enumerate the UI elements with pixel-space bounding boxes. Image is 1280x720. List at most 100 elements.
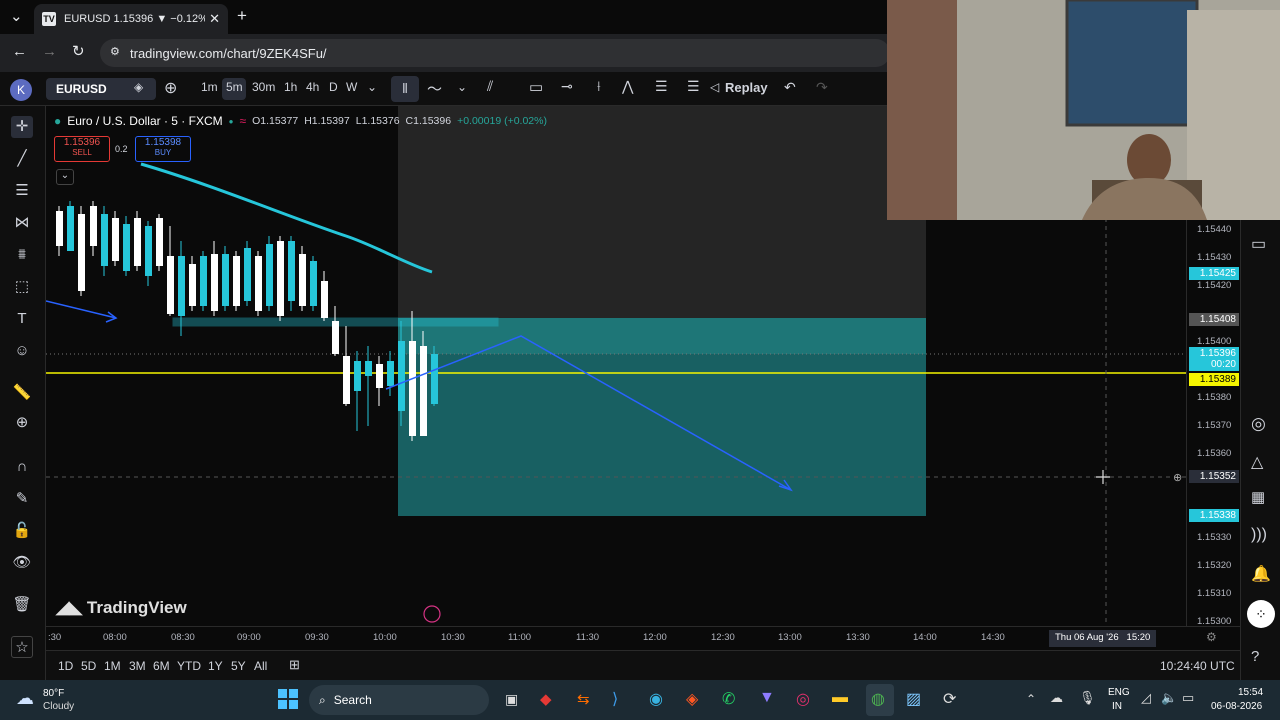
site-info-icon[interactable]: ⚙ bbox=[110, 45, 120, 58]
utc-clock[interactable]: 10:24:40 UTC bbox=[1160, 659, 1235, 673]
battery-icon[interactable]: ▭ bbox=[1182, 690, 1194, 706]
weather-temp[interactable]: 80°F bbox=[43, 688, 64, 699]
alert-list-icon[interactable]: ☰ bbox=[687, 78, 700, 95]
text-tool-icon[interactable]: T bbox=[11, 308, 33, 330]
clock-date[interactable]: 06-08-2026 bbox=[1211, 701, 1262, 712]
app-vpn-icon[interactable]: ▼ bbox=[759, 689, 775, 707]
indicators-icon[interactable]: 〜 bbox=[427, 78, 442, 99]
emoji-icon[interactable]: ☺ bbox=[11, 340, 33, 362]
chart-type-dropdown-icon[interactable]: ⌄ bbox=[457, 80, 467, 94]
fib-retracement-icon[interactable]: ☰ bbox=[11, 180, 33, 202]
vscode-icon[interactable]: ⟩ bbox=[612, 689, 618, 709]
volume-icon[interactable]: 🔈 bbox=[1161, 690, 1177, 706]
replay-button[interactable]: Replay bbox=[725, 80, 768, 95]
watchlist-star-icon[interactable]: ☆ bbox=[11, 636, 33, 658]
magnet-icon[interactable]: ∩ bbox=[11, 456, 33, 478]
timeframe-w[interactable]: W bbox=[346, 80, 357, 94]
apps-grid-icon[interactable]: ⁘ bbox=[1247, 600, 1275, 628]
close-tab-icon[interactable]: ✕ bbox=[209, 11, 220, 27]
range-1d[interactable]: 1D bbox=[58, 659, 73, 673]
timeframe-d[interactable]: D bbox=[329, 80, 338, 94]
app-red-diamond-icon[interactable]: ◆ bbox=[540, 690, 552, 708]
browser-tab[interactable]: TV EURUSD 1.15396 ▼ −0.12% Un ✕ bbox=[34, 4, 228, 34]
edge-icon[interactable]: ◉ bbox=[649, 689, 663, 709]
pattern-tool-icon[interactable]: ⋈ bbox=[11, 212, 33, 234]
fib-tool-icon[interactable]: ☰ bbox=[655, 78, 668, 95]
lang-top[interactable]: ENG bbox=[1108, 687, 1130, 698]
collapse-legend-icon[interactable]: ⌄ bbox=[56, 169, 74, 185]
target-icon[interactable]: ◎ bbox=[1251, 414, 1266, 434]
new-tab-icon[interactable]: + bbox=[237, 6, 247, 26]
task-view-icon[interactable]: ▣ bbox=[505, 691, 518, 708]
time-axis[interactable]: :30 08:00 08:30 09:00 09:30 10:00 10:30 … bbox=[46, 626, 1240, 650]
timeframe-4h[interactable]: 4h bbox=[306, 80, 319, 94]
help-icon[interactable]: ? bbox=[1251, 648, 1259, 665]
mic-icon[interactable]: 🎙 bbox=[1079, 690, 1096, 706]
chat-icon[interactable]: ▭ bbox=[1251, 234, 1266, 254]
sell-button[interactable]: 1.15396 SELL bbox=[54, 136, 110, 162]
rectangle-tool-icon[interactable]: ▭ bbox=[529, 78, 543, 96]
signal-icon[interactable]: ))) bbox=[1251, 526, 1267, 544]
zoom-in-icon[interactable]: ⊕ bbox=[11, 412, 33, 434]
timeframe-30m[interactable]: 30m bbox=[252, 80, 275, 94]
horizontal-ray-icon[interactable]: ⊸ bbox=[561, 78, 573, 95]
add-alert-plus-icon[interactable]: ⊕ bbox=[1173, 471, 1182, 484]
legend-title[interactable]: Euro / U.S. Dollar · 5 · FXCM bbox=[67, 114, 222, 128]
vertical-line-icon[interactable]: ⟊ bbox=[597, 78, 601, 95]
redo-icon[interactable]: ↷ bbox=[816, 79, 828, 96]
reload-icon[interactable]: ↻ bbox=[72, 42, 85, 60]
tray-chevron-icon[interactable]: ⌃ bbox=[1026, 692, 1036, 706]
prediction-tool-icon[interactable]: ⩩ bbox=[11, 244, 33, 266]
range-5d[interactable]: 5D bbox=[81, 659, 96, 673]
taskbar-search[interactable]: ⌕ Search bbox=[309, 685, 489, 715]
timeframe-dropdown-icon[interactable]: ⌄ bbox=[367, 80, 377, 94]
brave-icon[interactable]: ◈ bbox=[686, 689, 698, 709]
weather-text[interactable]: Cloudy bbox=[43, 701, 74, 712]
ideas-icon[interactable]: △ bbox=[1251, 452, 1263, 472]
forward-icon[interactable]: → bbox=[42, 43, 57, 60]
tab-search-icon[interactable]: ⌄ bbox=[10, 7, 23, 25]
candles-chart-type-icon[interactable]: ⫴ bbox=[391, 76, 419, 102]
range-5y[interactable]: 5Y bbox=[231, 659, 246, 673]
lang-bottom[interactable]: IN bbox=[1112, 701, 1122, 712]
onedrive-icon[interactable]: ☁ bbox=[1050, 690, 1063, 706]
back-icon[interactable]: ← bbox=[12, 43, 27, 60]
range-3m[interactable]: 3M bbox=[129, 659, 146, 673]
trash-icon[interactable]: 🗑 bbox=[11, 594, 33, 616]
trend-line-icon[interactable]: ╱ bbox=[11, 148, 33, 170]
clock-time[interactable]: 15:54 bbox=[1238, 687, 1263, 698]
timeframe-1h[interactable]: 1h bbox=[284, 80, 297, 94]
instagram-icon[interactable]: ◎ bbox=[796, 689, 810, 709]
go-to-date-icon[interactable]: ⊞ bbox=[289, 657, 300, 673]
timeframe-5m[interactable]: 5m bbox=[226, 80, 243, 94]
replay-icon[interactable]: ◁ bbox=[710, 80, 719, 94]
ruler-icon[interactable]: 📏 bbox=[11, 382, 33, 404]
compare-plus-icon[interactable]: ⊕ bbox=[164, 78, 177, 98]
wifi-icon[interactable]: ◿ bbox=[1141, 690, 1151, 706]
symbol-lock-icon[interactable]: ◈ bbox=[134, 80, 143, 94]
calendar-icon[interactable]: ▦ bbox=[1251, 488, 1265, 506]
whatsapp-icon[interactable]: ✆ bbox=[722, 689, 735, 709]
buy-button[interactable]: 1.15398 BUY bbox=[135, 136, 191, 162]
avatar[interactable]: K bbox=[10, 79, 32, 101]
url-field[interactable]: ⚙ tradingview.com/chart/9ZEK4SFu/ bbox=[100, 39, 890, 67]
range-1y[interactable]: 1Y bbox=[208, 659, 223, 673]
fx-indicators-icon[interactable]: ⫽ bbox=[487, 78, 493, 95]
path-tool-icon[interactable]: ⋀ bbox=[622, 78, 633, 95]
alerts-bell-icon[interactable]: 🔔 bbox=[1251, 564, 1271, 584]
timeframe-1m[interactable]: 1m bbox=[201, 80, 218, 94]
undo-icon[interactable]: ↶ bbox=[784, 79, 796, 96]
app-sync-icon[interactable]: ⇆ bbox=[577, 690, 590, 708]
photos-icon[interactable]: ▨ bbox=[906, 689, 921, 709]
settings-gear-icon[interactable]: ⚙ bbox=[1206, 630, 1217, 644]
weather-cloud-icon[interactable]: ☁ bbox=[16, 688, 34, 709]
file-explorer-icon[interactable]: ▬ bbox=[832, 689, 848, 707]
hide-drawings-icon[interactable]: 👁 bbox=[11, 552, 33, 574]
geometric-shapes-icon[interactable]: ⬚ bbox=[11, 276, 33, 298]
lock-drawings-icon[interactable]: 🔓 bbox=[11, 520, 33, 542]
app-cycle-icon[interactable]: ⟳ bbox=[943, 689, 956, 709]
windows-start-icon[interactable] bbox=[278, 689, 298, 709]
range-1m[interactable]: 1M bbox=[104, 659, 121, 673]
range-ytd[interactable]: YTD bbox=[177, 659, 201, 673]
chrome-icon[interactable]: ◍ bbox=[871, 689, 885, 709]
